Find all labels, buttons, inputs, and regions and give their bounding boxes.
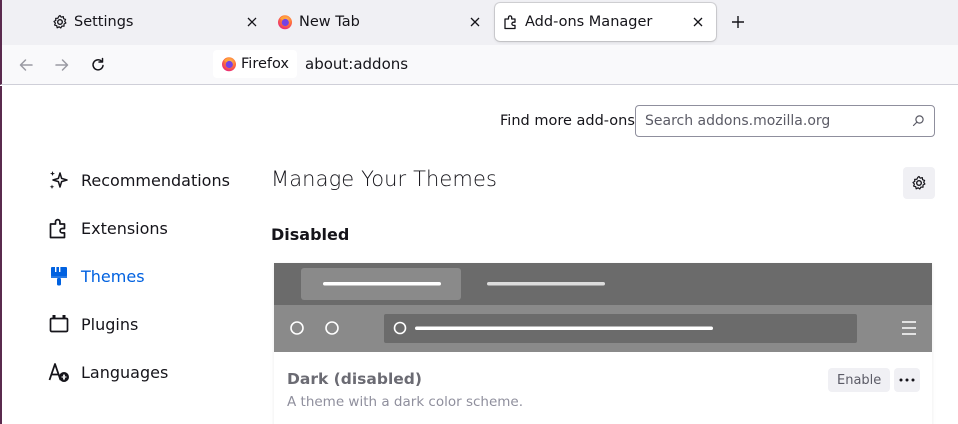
more-options-button[interactable] [894,368,920,392]
sidebar-item-label: Languages [81,362,169,382]
section-title-disabled: Disabled [271,225,350,244]
new-tab-button[interactable] [727,11,749,33]
tab-settings[interactable]: Settings [52,3,270,41]
reload-icon [90,57,106,73]
close-icon[interactable] [690,14,706,30]
theme-description: A theme with a dark color scheme. [287,394,524,410]
search-input[interactable] [636,106,896,136]
arrow-left-icon [18,57,34,73]
gear-icon [52,14,68,30]
url-bar[interactable]: about:addons [305,55,408,73]
sparkle-icon [48,169,70,191]
sidebar-item-label: Themes [81,266,145,286]
arrow-right-icon [54,57,70,73]
site-identity-box[interactable]: Firefox [213,50,297,78]
forward-button[interactable] [51,54,73,76]
tab-label: Add-ons Manager [525,14,653,30]
identity-label: Firefox [241,56,289,72]
search-icon [912,114,925,127]
tab-add-ons-manager[interactable]: Add-ons Manager [495,3,716,41]
sidebar-item-recommendations[interactable]: Recommendations [48,165,230,195]
page-title: Manage Your Themes [271,167,498,191]
sidebar-item-extensions[interactable]: Extensions [48,213,168,243]
find-more-label: Find more add-ons [500,113,635,129]
firefox-icon [277,14,293,30]
reload-button[interactable] [87,54,109,76]
tab-strip: Settings New Tab Add-ons Manager [0,0,958,45]
close-icon[interactable] [244,14,260,30]
gear-icon [911,175,927,191]
back-button[interactable] [15,54,37,76]
theme-card[interactable]: Dark (disabled) A theme with a dark colo… [274,263,932,424]
sidebar-item-label: Extensions [81,218,168,238]
tab-new-tab[interactable]: New Tab [277,3,493,41]
firefox-icon [221,56,237,72]
ellipsis-icon [899,378,915,382]
addons-page: Find more add-ons Recommendations Extens… [0,86,958,424]
plus-icon [731,15,745,29]
theme-name: Dark (disabled) [287,370,422,388]
tab-label: New Tab [299,14,360,30]
theme-preview [274,263,932,352]
plugin-icon [48,313,70,335]
sidebar-item-label: Recommendations [81,170,230,190]
sidebar-item-languages[interactable]: Languages [48,357,168,387]
sidebar-item-plugins[interactable]: Plugins [48,309,138,339]
brush-icon [48,265,70,287]
search-box[interactable] [635,105,935,137]
sidebar-item-label: Plugins [81,314,139,334]
sidebar-item-themes[interactable]: Themes [48,261,145,291]
enable-button[interactable]: Enable [828,368,891,392]
tab-label: Settings [74,14,134,30]
tools-gear-button[interactable] [903,167,935,199]
close-icon[interactable] [467,14,483,30]
navigation-toolbar: Firefox about:addons [0,45,958,85]
puzzle-icon [503,14,519,30]
puzzle-icon [48,217,70,239]
language-icon [48,361,70,383]
